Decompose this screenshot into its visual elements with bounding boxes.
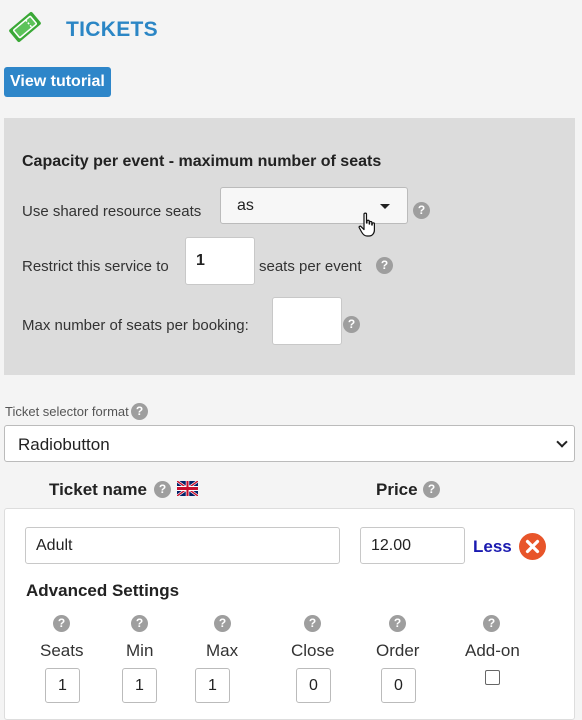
seats-input[interactable]: 1 [45,668,80,703]
help-icon[interactable]: ? [131,615,148,632]
restrict-suffix-label: seats per event [259,258,362,275]
shared-seats-value: as [237,197,254,214]
restrict-label: Restrict this service to [22,258,169,275]
close-input[interactable]: 0 [296,668,331,703]
max-label: Max [206,641,239,660]
help-icon[interactable]: ? [53,615,70,632]
help-icon[interactable]: ? [423,481,440,498]
help-icon[interactable]: ? [131,403,148,420]
shared-seats-label: Use shared resource seats [22,203,202,220]
capacity-title: Capacity per event - maximum number of s… [22,153,382,170]
order-label: Order [376,641,420,660]
page-header: TICKETS [0,0,582,60]
help-icon[interactable]: ? [376,257,393,274]
help-icon[interactable]: ? [389,615,406,632]
min-label: Min [126,641,154,660]
help-icon[interactable]: ? [483,615,500,632]
ticket-price-input[interactable]: 12.00 [360,527,465,564]
help-icon[interactable]: ? [154,481,171,498]
addon-checkbox[interactable] [485,670,500,685]
help-icon[interactable]: ? [343,316,360,333]
uk-flag-icon[interactable] [177,481,198,496]
ticket-selector-label: Ticket selector format [5,404,129,419]
remove-ticket-icon[interactable] [519,533,546,560]
advanced-settings-title: Advanced Settings [26,581,180,600]
seats-label: Seats [40,641,84,660]
price-header: Price [376,480,418,499]
close-label: Close [291,641,335,660]
capacity-panel: Capacity per event - maximum number of s… [4,118,575,375]
ticket-selector-select[interactable]: Radiobutton [4,425,575,462]
max-seats-label: Max number of seats per booking: [22,317,249,334]
max-seats-input[interactable] [272,297,342,345]
view-tutorial-button[interactable]: View tutorial [4,67,111,97]
chevron-down-icon [556,436,568,448]
close-icon [525,539,540,554]
ticket-name-input[interactable]: Adult [25,527,340,564]
ticket-selector-value: Radiobutton [18,435,110,454]
shared-seats-select[interactable]: as [220,187,408,224]
help-icon[interactable]: ? [413,202,430,219]
max-input[interactable]: 1 [195,668,230,703]
order-input[interactable]: 0 [381,668,416,703]
caret-down-icon [380,204,390,209]
less-link[interactable]: Less [473,537,512,557]
restrict-seats-input[interactable]: 1 [185,237,255,285]
help-icon[interactable]: ? [214,615,231,632]
ticket-icon [9,12,41,42]
addon-label: Add-on [465,641,520,660]
page-title: TICKETS [66,18,158,41]
hand-cursor-icon [358,212,375,237]
ticket-name-header: Ticket name [49,480,147,499]
min-input[interactable]: 1 [122,668,157,703]
help-icon[interactable]: ? [304,615,321,632]
